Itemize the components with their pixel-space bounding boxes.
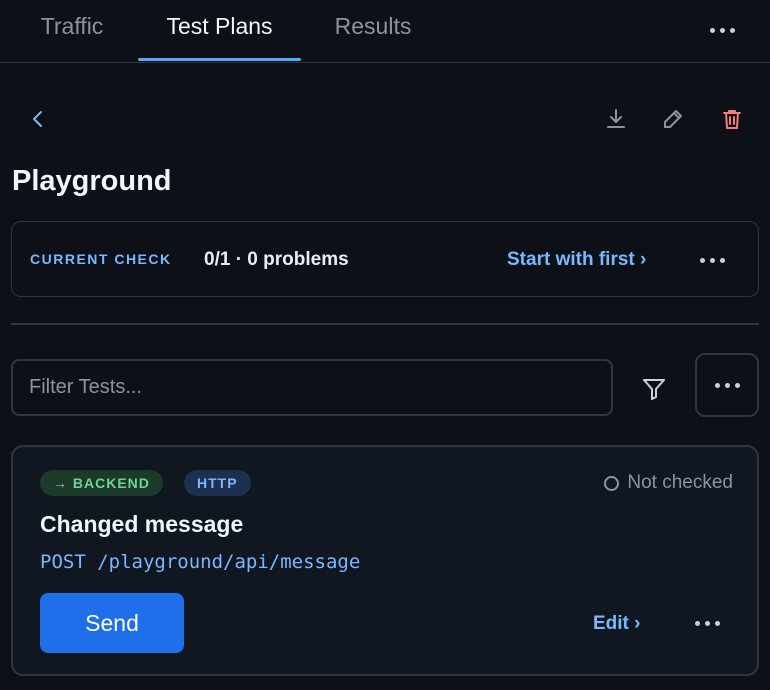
active-tab-indicator <box>138 58 301 61</box>
backend-badge: → BACKEND <box>40 470 163 496</box>
filter-button[interactable] <box>636 371 672 407</box>
edit-test-link[interactable]: Edit › <box>593 613 641 635</box>
test-endpoint: POST /playground/api/message <box>40 551 361 573</box>
filter-more-button[interactable] <box>695 353 759 417</box>
test-status-label: Not checked <box>627 472 733 493</box>
download-button[interactable] <box>598 101 634 137</box>
circle-outline-icon <box>604 475 620 491</box>
test-title: Changed message <box>40 511 244 537</box>
more-horizontal-icon <box>714 382 740 388</box>
filter-tests-input[interactable] <box>11 359 613 416</box>
more-horizontal-icon <box>699 257 725 263</box>
current-check-label: CURRENT CHECK <box>30 251 172 267</box>
test-status: Not checked <box>604 470 733 496</box>
chevron-left-icon <box>33 111 42 127</box>
more-horizontal-icon <box>709 27 735 33</box>
download-icon <box>607 109 625 128</box>
tab-traffic[interactable]: Traffic <box>14 0 130 62</box>
tabs-more-button[interactable] <box>696 12 748 48</box>
current-check-status: 0/1 · 0 problems <box>204 249 349 270</box>
test-more-button[interactable] <box>685 605 729 641</box>
more-horizontal-icon <box>694 620 720 626</box>
http-badge: HTTP <box>184 470 251 496</box>
trash-icon <box>723 110 741 129</box>
page-title: Playground <box>12 165 172 197</box>
current-check-more-button[interactable] <box>690 242 734 278</box>
test-plans-panel: Traffic Test Plans Results Playground CU… <box>0 0 770 690</box>
tab-results[interactable]: Results <box>312 0 434 62</box>
filter-icon <box>643 379 665 400</box>
back-button[interactable] <box>20 101 56 137</box>
tab-test-plans[interactable]: Test Plans <box>138 0 301 62</box>
delete-button[interactable] <box>714 101 750 137</box>
test-card: → BACKEND HTTP Not checked Changed messa… <box>11 445 759 676</box>
tab-bar: Traffic Test Plans Results <box>0 0 770 63</box>
send-button[interactable]: Send <box>40 593 184 653</box>
section-divider <box>11 323 759 325</box>
pencil-icon <box>664 110 682 128</box>
start-with-first-link[interactable]: Start with first › <box>507 249 646 271</box>
current-check-card: CURRENT CHECK 0/1 · 0 problems Start wit… <box>11 221 759 297</box>
edit-button[interactable] <box>655 101 691 137</box>
